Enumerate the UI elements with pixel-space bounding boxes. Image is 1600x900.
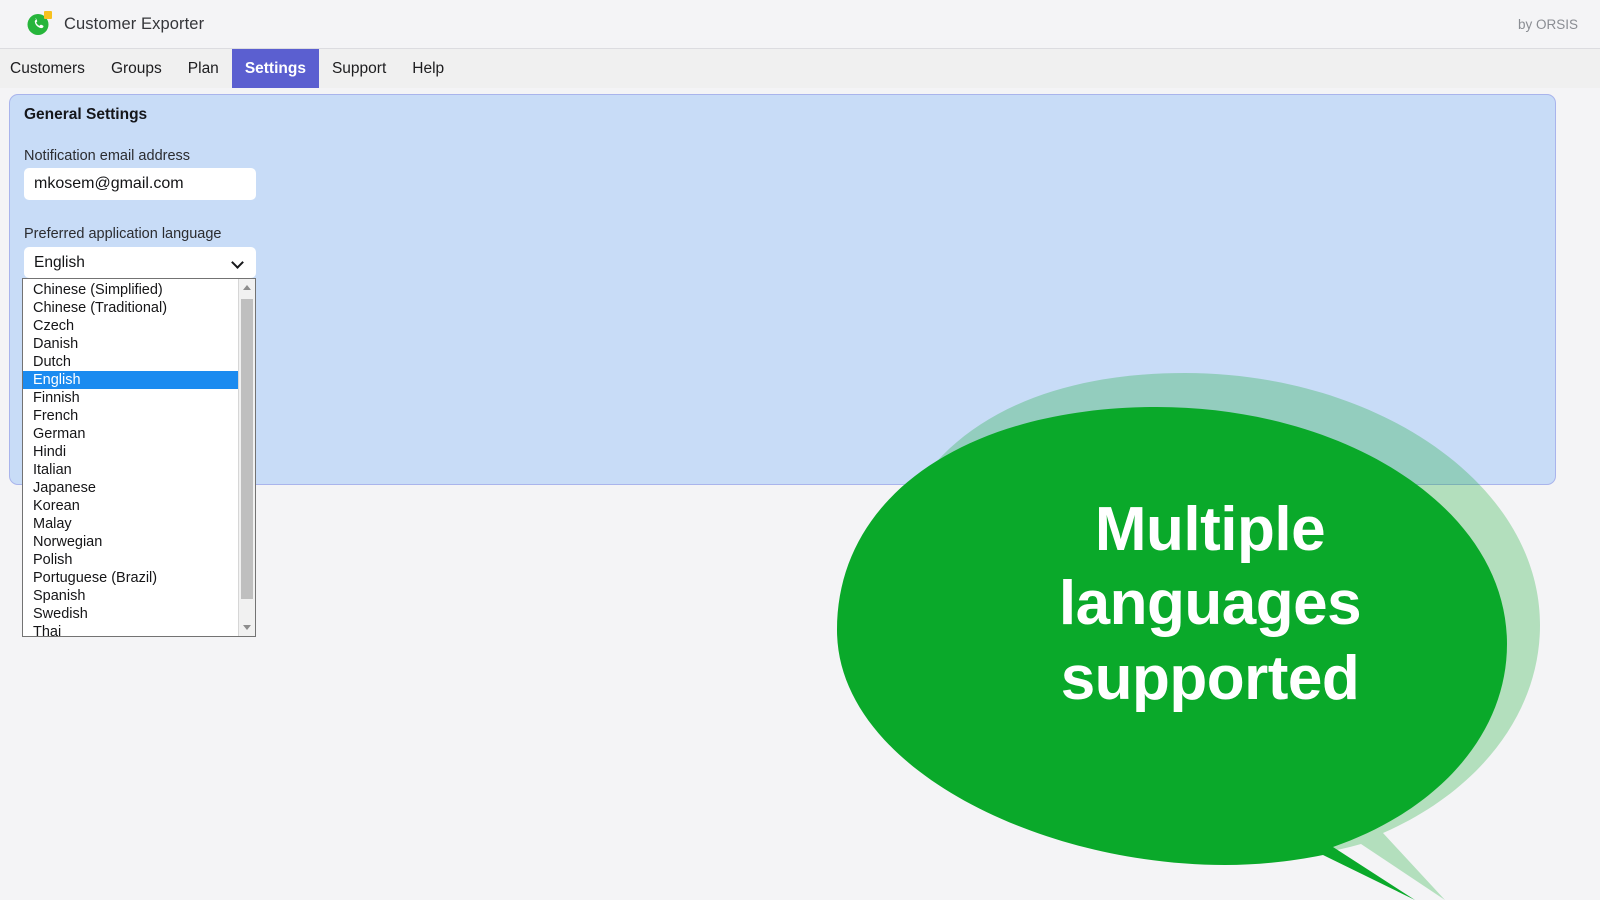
language-option[interactable]: Hindi <box>23 443 238 461</box>
language-option[interactable]: Chinese (Traditional) <box>23 299 238 317</box>
chevron-down-icon <box>233 257 244 268</box>
language-option[interactable]: Swedish <box>23 605 238 623</box>
menu-item-plan[interactable]: Plan <box>175 49 232 88</box>
menu-item-support[interactable]: Support <box>319 49 399 88</box>
language-option[interactable]: Danish <box>23 335 238 353</box>
whatsapp-green-phone-icon <box>27 11 52 36</box>
menu-item-help[interactable]: Help <box>399 49 457 88</box>
language-option[interactable]: Finnish <box>23 389 238 407</box>
scrollbar-thumb[interactable] <box>241 299 253 599</box>
language-option[interactable]: Dutch <box>23 353 238 371</box>
promo-line-1: Multiple <box>1094 495 1326 564</box>
menu-item-customers[interactable]: Customers <box>0 49 98 88</box>
promo-line-3: supported <box>1060 643 1360 713</box>
language-option[interactable]: Thai <box>23 623 238 636</box>
language-option[interactable]: Chinese (Simplified) <box>23 281 238 299</box>
language-dropdown-list[interactable]: Chinese (Simplified) Chinese (Traditional… <box>22 278 256 637</box>
language-option[interactable]: Japanese <box>23 479 238 497</box>
logo-notification-badge <box>44 11 52 19</box>
language-option[interactable]: German <box>23 425 238 443</box>
language-option[interactable]: French <box>23 407 238 425</box>
preferred-language-select[interactable]: English <box>24 247 256 278</box>
panel-title: General Settings <box>24 106 148 123</box>
app-title: Customer Exporter <box>64 14 205 33</box>
notification-email-input[interactable] <box>24 168 256 200</box>
language-option[interactable]: Italian <box>23 461 238 479</box>
promo-speech-bubble-text: Multiple languages supported <box>950 493 1470 716</box>
brand: Customer Exporter <box>27 11 205 36</box>
preferred-language-selected-value: English <box>34 253 85 271</box>
language-option[interactable]: Czech <box>23 317 238 335</box>
language-option[interactable]: Portuguese (Brazil) <box>23 569 238 587</box>
language-option[interactable]: Malay <box>23 515 238 533</box>
notification-email-label: Notification email address <box>24 148 191 164</box>
scroll-down-arrow-icon[interactable] <box>239 619 255 636</box>
language-option[interactable]: Norwegian <box>23 533 238 551</box>
language-option[interactable]: Polish <box>23 551 238 569</box>
main-menu-bar: Customers Groups Plan Settings Support H… <box>0 49 1600 88</box>
language-option-list[interactable]: Chinese (Simplified) Chinese (Traditional… <box>23 279 238 636</box>
preferred-language-label: Preferred application language <box>24 226 222 242</box>
language-option[interactable]: Spanish <box>23 587 238 605</box>
language-option[interactable]: English <box>23 371 238 389</box>
menu-item-groups[interactable]: Groups <box>98 49 175 88</box>
dropdown-scrollbar[interactable] <box>238 279 255 636</box>
promo-line-2: languages <box>1058 569 1362 639</box>
scroll-up-arrow-icon[interactable] <box>239 279 255 296</box>
menu-item-settings[interactable]: Settings <box>231 49 319 88</box>
language-option[interactable]: Korean <box>23 497 238 515</box>
byline: by ORSIS <box>1517 16 1578 32</box>
app-header: Customer Exporter by ORSIS <box>0 0 1600 49</box>
